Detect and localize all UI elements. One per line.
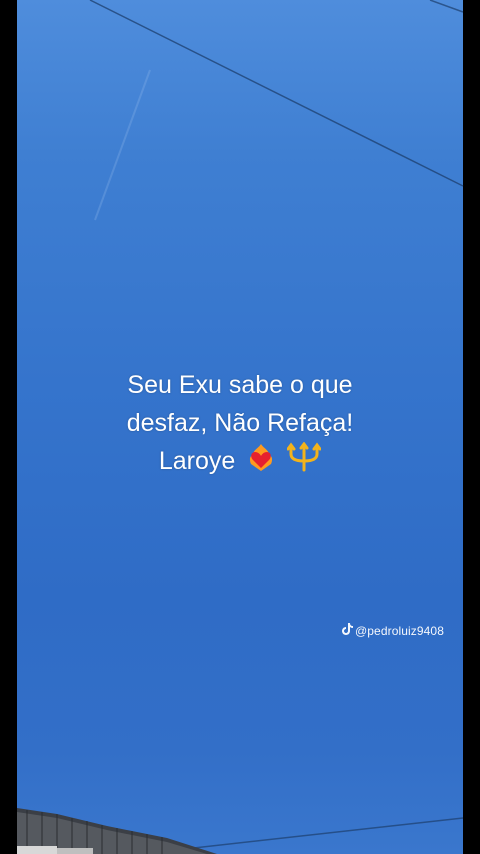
watermark-handle: @pedroluiz9408: [355, 623, 444, 638]
caption-line-3: Laroye: [60, 441, 420, 483]
trident-icon: [286, 441, 322, 483]
caption-line-2: desfaz, Não Refaça!: [126, 409, 354, 437]
caption-line-1: Seu Exu sabe o que: [127, 371, 353, 399]
tiktok-watermark[interactable]: @pedroluiz9408: [342, 623, 444, 638]
video-frame: Seu Exu sabe o que desfaz, Não Refaça! L…: [0, 0, 480, 854]
heart-on-fire-icon: [246, 442, 276, 483]
tiktok-icon: [342, 623, 353, 638]
overlay-caption: Seu Exu sabe o que desfaz, Não Refaça! L…: [60, 366, 420, 483]
rooftop-silhouette: [17, 808, 217, 854]
caption-line-3-text: Laroye: [158, 447, 236, 476]
